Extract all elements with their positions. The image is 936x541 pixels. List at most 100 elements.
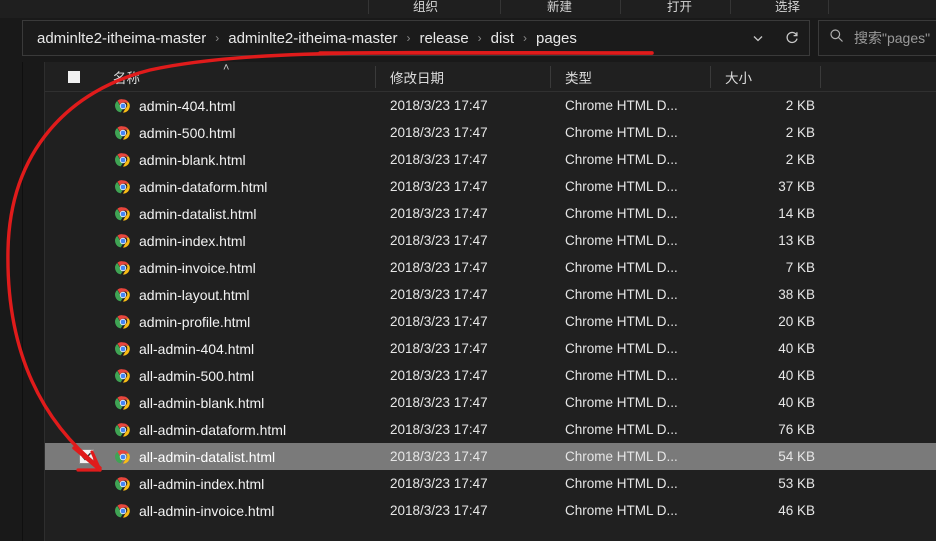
file-row[interactable]: admin-layout.html 2018/3/23 17:47 Chrome H… [45,281,936,308]
file-row[interactable]: admin-datalist.html 2018/3/23 17:47 Chrome… [45,200,936,227]
breadcrumb-separator: › [406,31,411,45]
row-checkbox[interactable] [79,449,94,464]
file-row[interactable]: admin-invoice.html 2018/3/23 17:47 Chrome … [45,254,936,281]
breadcrumb[interactable]: adminlte2-itheima-master › adminlte2-ithei… [23,21,741,55]
navigation-pane[interactable] [0,62,22,541]
ribbon-tab-0[interactable]: 组织 [413,0,438,15]
file-name-cell[interactable]: all-admin-invoice.html [115,497,274,524]
file-size-cell: 40 KB [778,395,815,410]
file-row[interactable]: admin-index.html 2018/3/23 17:47 Chrome HT… [45,227,936,254]
ribbon-separator [368,0,369,14]
file-type-cell: Chrome HTML D... [565,152,678,167]
file-row[interactable]: all-admin-404.html 2018/3/23 17:47 Chrome … [45,335,936,362]
file-date-cell: 2018/3/23 17:47 [390,395,488,410]
breadcrumb-item-4[interactable]: pages [532,27,581,50]
file-name-cell[interactable]: all-admin-dataform.html [115,416,286,443]
file-row[interactable]: admin-blank.html 2018/3/23 17:47 Chrome HT… [45,146,936,173]
ribbon-tab-3[interactable]: 选择 [775,0,800,15]
file-name-cell[interactable]: admin-blank.html [115,146,246,173]
chrome-html-document-icon [115,449,131,465]
select-all-checkbox[interactable] [68,71,80,83]
sort-ascending-icon[interactable]: ˄ [223,63,229,74]
file-size-cell: 37 KB [778,179,815,194]
chrome-html-document-icon [115,152,131,168]
file-name-cell[interactable]: admin-layout.html [115,281,250,308]
file-type-cell: Chrome HTML D... [565,179,678,194]
file-row[interactable]: admin-dataform.html 2018/3/23 17:47 Chrome… [45,173,936,200]
column-header-name[interactable]: 名称 [113,62,140,92]
file-name-label: admin-profile.html [139,313,251,330]
file-row[interactable]: admin-profile.html 2018/3/23 17:47 Chrome … [45,308,936,335]
ribbon-toolbar: 组织 新建 打开 选择 [0,0,936,18]
file-date-cell: 2018/3/23 17:47 [390,287,488,302]
pane-splitter[interactable] [22,62,23,541]
file-size-cell: 13 KB [778,233,815,248]
file-size-cell: 14 KB [778,206,815,221]
file-row[interactable]: admin-404.html 2018/3/23 17:47 Chrome HTML… [45,92,936,119]
file-row[interactable]: all-admin-dataform.html 2018/3/23 17:47 Ch… [45,416,936,443]
column-header-type[interactable]: 类型 [565,62,592,92]
file-name-cell[interactable]: admin-index.html [115,227,246,254]
breadcrumb-item-0[interactable]: adminlte2-itheima-master [33,27,210,50]
address-bar[interactable]: adminlte2-itheima-master › adminlte2-ithei… [22,20,810,56]
file-name-cell[interactable]: all-admin-500.html [115,362,254,389]
search-icon [829,28,844,48]
file-name-cell[interactable]: all-admin-index.html [115,470,264,497]
file-name-cell[interactable]: admin-profile.html [115,308,250,335]
file-row[interactable]: all-admin-500.html 2018/3/23 17:47 Chrome … [45,362,936,389]
breadcrumb-item-1[interactable]: adminlte2-itheima-master [224,27,401,50]
file-name-cell[interactable]: admin-invoice.html [115,254,256,281]
ribbon-tab-1[interactable]: 新建 [547,0,572,15]
file-size-cell: 2 KB [785,125,815,140]
file-row-selected[interactable]: all-admin-datalist.html 2018/3/23 17:47 Ch… [45,443,936,470]
file-type-cell: Chrome HTML D... [565,98,678,113]
column-divider[interactable] [710,66,711,88]
chrome-html-document-icon [115,476,131,492]
file-name-cell[interactable]: all-admin-datalist.html [115,443,275,470]
file-name-cell[interactable]: all-admin-blank.html [115,389,264,416]
file-name-label: all-admin-blank.html [139,394,265,411]
file-name-label: admin-404.html [139,97,236,114]
chrome-html-document-icon [115,395,131,411]
breadcrumb-item-3[interactable]: dist [487,27,518,50]
file-row[interactable]: all-admin-invoice.html 2018/3/23 17:47 Chr… [45,497,936,524]
chrome-html-document-icon [115,206,131,222]
column-header-date[interactable]: 修改日期 [390,62,444,92]
ribbon-tab-2[interactable]: 打开 [667,0,692,15]
file-row[interactable]: all-admin-index.html 2018/3/23 17:47 Chrom… [45,470,936,497]
file-size-cell: 53 KB [778,476,815,491]
file-name-label: admin-datalist.html [139,205,257,222]
file-row[interactable]: admin-500.html 2018/3/23 17:47 Chrome HTML… [45,119,936,146]
column-divider[interactable] [820,66,821,88]
chrome-html-document-icon [115,422,131,438]
file-name-cell[interactable]: all-admin-404.html [115,335,254,362]
file-name-cell[interactable]: admin-404.html [115,92,236,119]
file-name-label: admin-invoice.html [139,259,256,276]
chrome-html-document-icon [115,341,131,357]
column-divider[interactable] [550,66,551,88]
file-type-cell: Chrome HTML D... [565,368,678,383]
chrome-html-document-icon [115,98,131,114]
column-header-size[interactable]: 大小 [725,62,752,92]
file-name-label: all-admin-404.html [139,340,255,357]
ribbon-separator [620,0,621,14]
file-name-label: admin-dataform.html [139,178,268,195]
breadcrumb-item-2[interactable]: release [415,27,472,50]
file-name-cell[interactable]: admin-datalist.html [115,200,257,227]
file-row[interactable]: all-admin-blank.html 2018/3/23 17:47 Chrom… [45,389,936,416]
chevron-down-icon[interactable] [741,21,775,55]
file-name-label: all-admin-datalist.html [139,448,276,465]
file-date-cell: 2018/3/23 17:47 [390,206,488,221]
search-box[interactable]: 搜索"pages" [818,20,936,56]
file-date-cell: 2018/3/23 17:47 [390,98,488,113]
file-name-label: admin-blank.html [139,151,246,168]
file-type-cell: Chrome HTML D... [565,233,678,248]
ribbon-separator [828,0,829,14]
file-name-cell[interactable]: admin-dataform.html [115,173,267,200]
file-name-label: all-admin-index.html [139,475,265,492]
refresh-icon[interactable] [775,21,809,55]
column-divider[interactable] [375,66,376,88]
file-size-cell: 7 KB [785,260,815,275]
search-input[interactable]: 搜索"pages" [854,28,930,48]
file-name-cell[interactable]: admin-500.html [115,119,236,146]
